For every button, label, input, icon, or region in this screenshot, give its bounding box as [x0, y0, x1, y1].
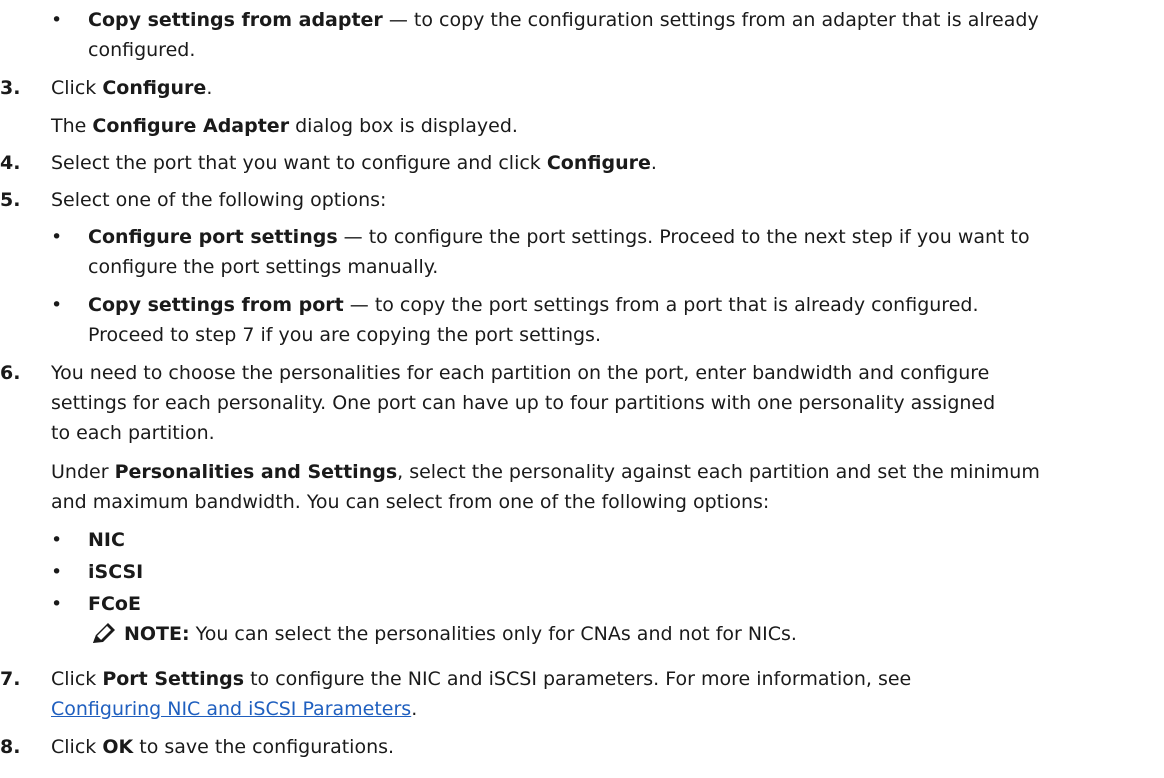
step-6-line-3: to each partition. — [51, 422, 215, 444]
option-iscsi: iSCSI — [88, 561, 144, 583]
option-configure-port-settings: Configure port settings — [88, 226, 338, 248]
step-number: 7. — [0, 668, 21, 690]
step-number: 5. — [0, 189, 21, 211]
port-settings-label: Port Settings — [102, 668, 245, 690]
step-number: 4. — [0, 152, 21, 174]
step-4-configure: Configure — [546, 152, 651, 174]
step-4-text: Select the port that you want to configu… — [51, 152, 547, 174]
step-8-text: Click — [51, 736, 103, 758]
step-3-configure: Configure — [102, 77, 207, 99]
option-copy-settings-from-port: Copy settings from port — [88, 294, 344, 316]
bullet-marker: • — [51, 226, 63, 248]
step-6-line-1: You need to choose the personalities for… — [51, 362, 990, 384]
configure-adapter-label: Configure Adapter — [92, 115, 290, 137]
ok-label: OK — [102, 736, 134, 758]
note-label: NOTE: — [124, 623, 190, 645]
option-fcoe: FCoE — [88, 593, 141, 615]
step-number: 3. — [0, 77, 21, 99]
bullet-marker: • — [51, 294, 63, 316]
step-6-under-text: Under — [51, 461, 115, 483]
bullet-copy-adapter-cont: configured. — [88, 39, 196, 61]
option-configure-port-settings-cont: configure the port settings manually. — [88, 256, 439, 278]
option-copy-settings-from-port-cont: Proceed to step 7 if you are copying the… — [88, 324, 601, 346]
note-text: You can select the personalities only fo… — [189, 623, 797, 645]
configuring-nic-iscsi-link[interactable]: Configuring NIC and iSCSI Parameters — [51, 698, 411, 720]
document-page: • Copy settings from adapter — to copy t… — [0, 0, 1164, 778]
bullet-marker: • — [51, 529, 63, 551]
pencil-note-icon — [93, 623, 115, 643]
step-3-result: The — [51, 115, 93, 137]
bullet-marker: • — [51, 561, 63, 583]
step-3-text: Click — [51, 77, 103, 99]
bullet-marker: • — [51, 9, 63, 31]
step-number: 6. — [0, 362, 21, 384]
option-nic: NIC — [88, 529, 125, 551]
step-6-line-2: settings for each personality. One port … — [51, 392, 996, 414]
bullet-copy-adapter-title: Copy settings from adapter — [88, 9, 383, 31]
bullet-marker: • — [51, 593, 63, 615]
bullet-copy-adapter-text: — to copy the configuration settings fro… — [382, 9, 1039, 31]
step-6-under-line-2: and maximum bandwidth. You can select fr… — [51, 491, 770, 513]
personalities-and-settings-label: Personalities and Settings — [114, 461, 398, 483]
step-number: 8. — [0, 736, 21, 758]
step-7-text: Click — [51, 668, 103, 690]
step-5-text: Select one of the following options: — [51, 189, 387, 211]
